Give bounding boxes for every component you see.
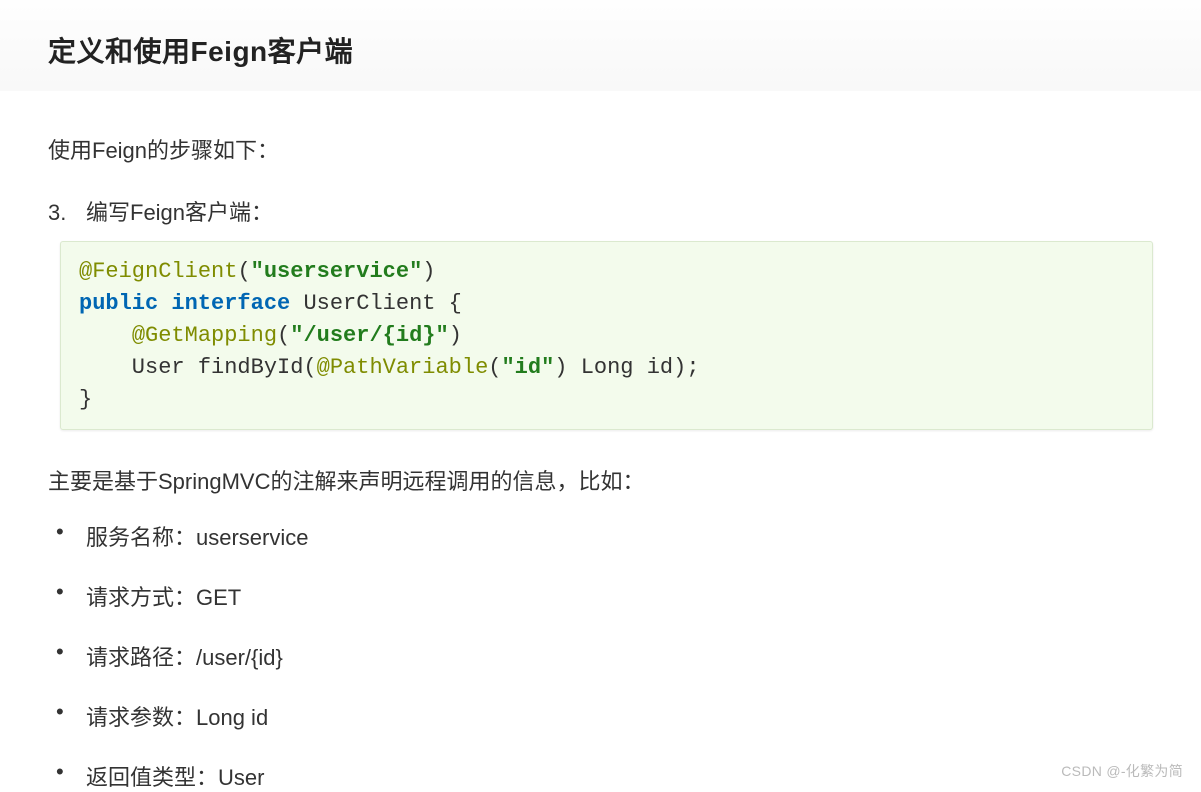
code-annotation: @PathVariable — [317, 355, 489, 380]
code-text: ( — [277, 323, 290, 348]
page-title: 定义和使用Feign客户端 — [48, 30, 1153, 70]
code-text: ) — [449, 323, 462, 348]
code-keyword: public — [79, 291, 158, 316]
code-annotation: @FeignClient — [79, 259, 237, 284]
code-text — [158, 291, 171, 316]
list-item: 请求参数：Long id — [48, 700, 1153, 732]
step-text: 编写Feign客户端： — [86, 200, 273, 225]
list-item: 返回值类型：User — [48, 760, 1153, 792]
intro-text: 使用Feign的步骤如下： — [48, 133, 1153, 165]
bullet-list: 服务名称：userservice 请求方式：GET 请求路径：/user/{id… — [48, 520, 1153, 792]
code-text: } — [79, 387, 92, 412]
code-text: User findById( — [79, 355, 317, 380]
header-area: 定义和使用Feign客户端 — [0, 0, 1201, 91]
list-item: 服务名称：userservice — [48, 520, 1153, 552]
code-text — [79, 323, 132, 348]
code-block: @FeignClient("userservice") public inter… — [60, 241, 1153, 430]
list-item: 请求路径：/user/{id} — [48, 640, 1153, 672]
code-string: "userservice" — [251, 259, 423, 284]
code-string: "/user/{id}" — [290, 323, 448, 348]
list-item: 请求方式：GET — [48, 580, 1153, 612]
code-keyword: interface — [171, 291, 290, 316]
step-number: 3. — [48, 200, 86, 226]
code-text: ( — [488, 355, 501, 380]
code-text: ) — [422, 259, 435, 284]
code-text: ( — [237, 259, 250, 284]
code-string: "id" — [501, 355, 554, 380]
description-text: 主要是基于SpringMVC的注解来声明远程调用的信息，比如： — [48, 464, 1153, 496]
code-annotation: @GetMapping — [132, 323, 277, 348]
code-text: UserClient { — [290, 291, 462, 316]
watermark: CSDN @-化繁为简 — [1061, 761, 1183, 781]
step-line: 3.编写Feign客户端： — [48, 195, 1153, 227]
code-text: ) Long id); — [554, 355, 699, 380]
